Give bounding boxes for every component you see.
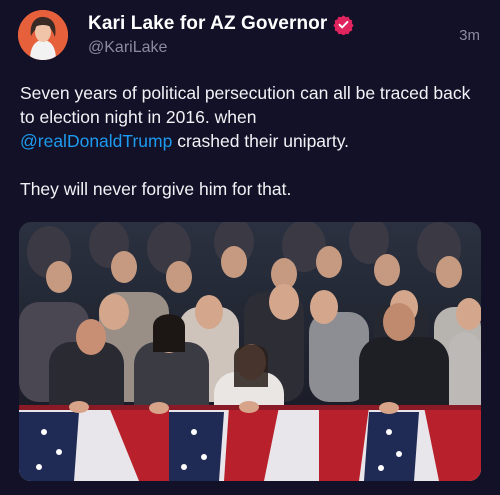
tweet[interactable]: Kari Lake for AZ Governor @KariLake 3m S… [0, 0, 500, 495]
tweet-text-line1: Seven years of political persecution can… [20, 83, 471, 127]
mention-link[interactable]: @realDonaldTrump [20, 131, 172, 151]
tweet-text-line1-tail: crashed their uniparty. [172, 131, 350, 151]
tweet-text: Seven years of political persecution can… [20, 81, 488, 201]
display-name[interactable]: Kari Lake for AZ Governor [88, 13, 327, 35]
tweet-text-line2: They will never forgive him for that. [20, 179, 292, 199]
verified-badge-icon [333, 14, 355, 35]
tweet-media-image[interactable] [19, 222, 481, 481]
handle[interactable]: @KariLake [88, 39, 167, 57]
timestamp[interactable]: 3m [459, 27, 480, 44]
avatar[interactable] [18, 10, 68, 60]
